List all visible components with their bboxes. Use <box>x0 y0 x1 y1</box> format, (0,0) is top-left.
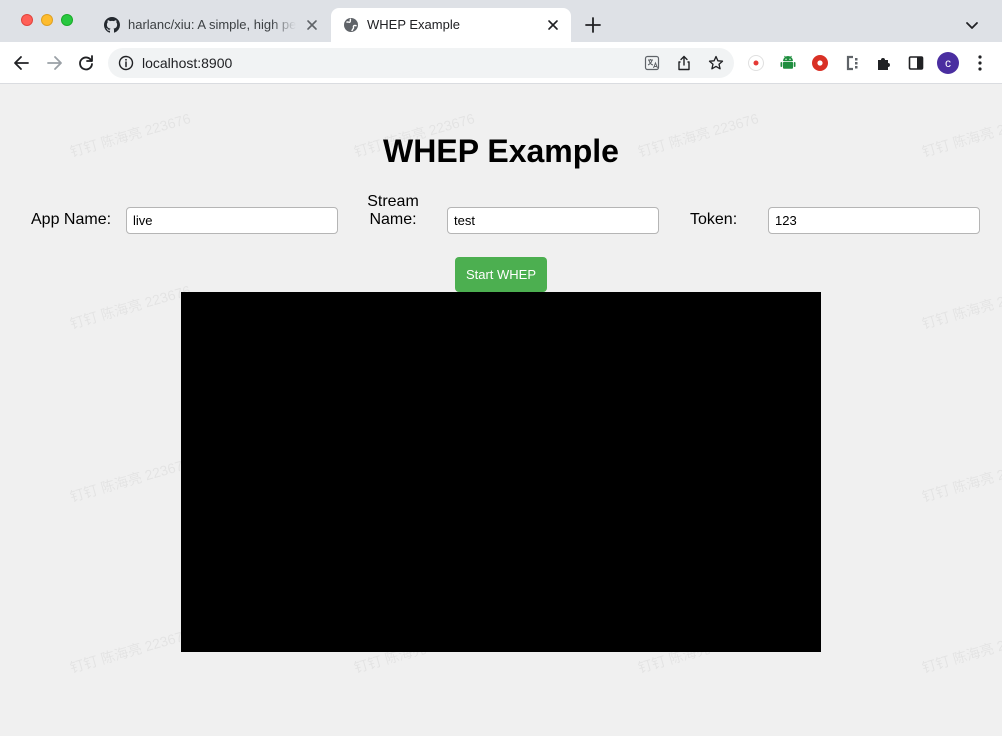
minimize-window-button[interactable] <box>41 14 53 26</box>
tab-github[interactable]: harlanc/xiu: A simple, high performance … <box>92 8 330 42</box>
stream-name-label-line1: Stream <box>367 193 419 210</box>
chevron-down-icon[interactable] <box>964 17 980 33</box>
browser-toolbar: localhost:8900 c <box>0 42 1002 84</box>
reload-icon[interactable] <box>76 53 96 73</box>
page-title: WHEP Example <box>383 133 619 169</box>
back-arrow-icon[interactable] <box>12 53 32 73</box>
github-icon <box>104 17 120 33</box>
url-text: localhost:8900 <box>142 55 233 71</box>
share-icon[interactable] <box>676 55 692 71</box>
stream-name-label: Stream Name: <box>364 193 422 229</box>
watermark: 钉钉 陈海亮 223676 <box>68 626 193 676</box>
close-window-button[interactable] <box>21 14 33 26</box>
page-viewport: 钉钉 陈海亮 223676 钉钉 陈海亮 223676 钉钉 陈海亮 22367… <box>0 85 1002 736</box>
site-info-icon[interactable] <box>118 55 134 71</box>
tab-title: harlanc/xiu: A simple, high performance … <box>128 17 296 32</box>
browser-tabstrip: harlanc/xiu: A simple, high performance … <box>0 0 1002 42</box>
watermark: 钉钉 陈海亮 223676 <box>68 455 193 505</box>
close-tab-icon[interactable] <box>304 17 320 33</box>
android-extension-icon[interactable] <box>779 54 797 72</box>
stream-name-label-line2: Name: <box>369 211 417 228</box>
record-extension-icon[interactable] <box>747 54 765 72</box>
watermark: 钉钉 陈海亮 223676 <box>920 455 1002 505</box>
globe-icon <box>344 18 358 32</box>
address-bar[interactable]: localhost:8900 <box>108 48 734 78</box>
token-label: Token: <box>690 211 738 228</box>
start-whep-button[interactable]: Start WHEP <box>455 257 547 292</box>
zoom-window-button[interactable] <box>61 14 73 26</box>
token-input[interactable] <box>768 207 980 234</box>
new-tab-icon[interactable] <box>584 16 602 34</box>
video-player[interactable] <box>181 292 821 652</box>
profile-avatar[interactable]: c <box>937 52 959 74</box>
watermark: 钉钉 陈海亮 223676 <box>920 626 1002 676</box>
app-name-label: App Name: <box>31 211 112 228</box>
app-name-input[interactable] <box>126 207 338 234</box>
tab-whep-example[interactable]: WHEP Example <box>331 8 571 42</box>
translate-icon[interactable] <box>644 55 660 71</box>
close-tab-icon[interactable] <box>545 17 561 33</box>
puzzle-extensions-icon[interactable] <box>875 54 893 72</box>
watermark: 钉钉 陈海亮 223676 <box>68 282 193 332</box>
forward-arrow-icon[interactable] <box>44 53 64 73</box>
screen-recorder-extension-icon[interactable] <box>811 54 829 72</box>
side-panel-icon[interactable] <box>907 54 925 72</box>
more-menu-icon[interactable] <box>972 54 988 72</box>
stream-name-input[interactable] <box>447 207 659 234</box>
watermark: 钉钉 陈海亮 223676 <box>920 282 1002 332</box>
c-extension-icon[interactable] <box>843 54 861 72</box>
tab-title: WHEP Example <box>367 17 460 32</box>
bookmark-star-icon[interactable] <box>708 55 724 71</box>
